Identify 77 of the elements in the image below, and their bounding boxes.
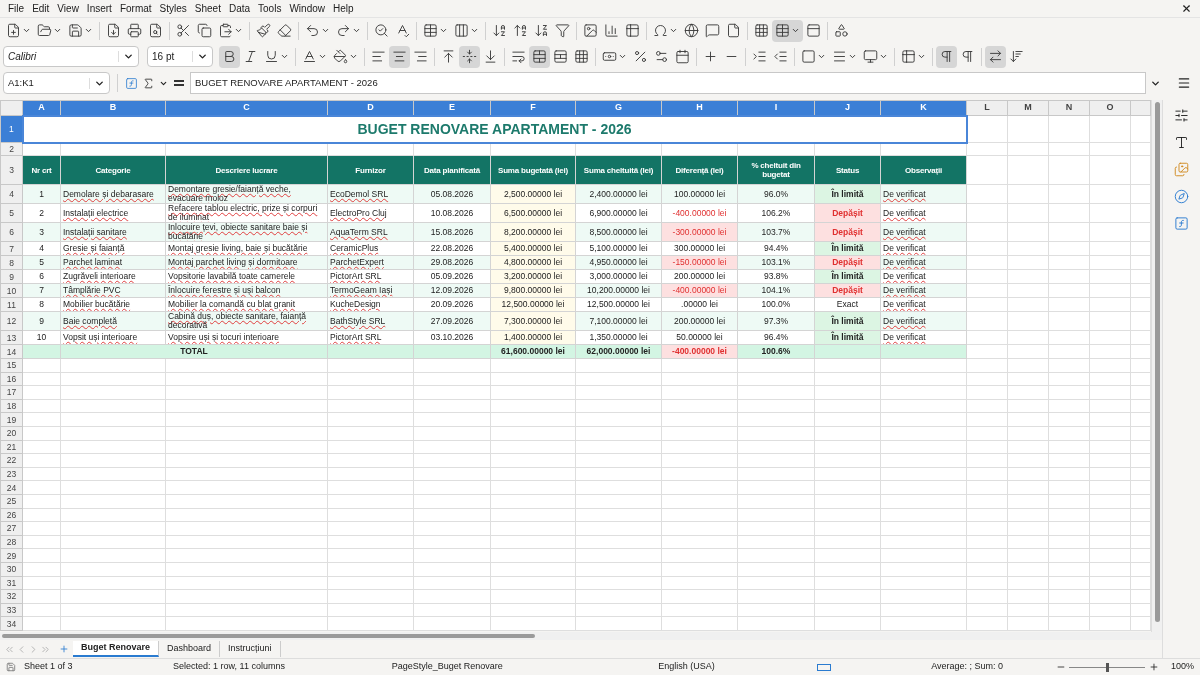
merge-center-icon[interactable]	[529, 45, 550, 68]
selection-info: Selected: 1 row, 11 columns	[173, 660, 286, 674]
sheet-tab[interactable]: Instrucțiuni	[220, 641, 281, 657]
dropdown-icon	[197, 51, 208, 62]
title-cell: BUGET RENOVARE APARTAMENT - 2026	[22, 115, 967, 143]
menu-item[interactable]: Help	[329, 1, 358, 16]
menu-icon[interactable]	[1177, 76, 1191, 90]
column-heading: % cheltuit din bugetat	[737, 155, 815, 185]
sheet-count: Sheet 1 of 3	[23, 660, 74, 674]
navigator-icon[interactable]	[1174, 189, 1189, 204]
formula-icon[interactable]	[174, 80, 184, 86]
menu-item[interactable]: Insert	[82, 1, 116, 16]
column-heading: Furnizor	[327, 155, 414, 185]
sum-icon[interactable]	[142, 76, 155, 90]
column-header[interactable]: A	[22, 100, 61, 116]
menu-item[interactable]: File	[4, 1, 29, 16]
column-header[interactable]: F	[490, 100, 576, 116]
bold-icon[interactable]	[219, 45, 240, 68]
formula-input[interactable]: BUGET RENOVARE APARTAMENT - 2026	[190, 72, 1146, 94]
column-heading: Data planificată	[413, 155, 491, 185]
column-header[interactable]: G	[575, 100, 662, 116]
save-status-icon	[6, 662, 16, 672]
vertical-scrollbar[interactable]	[1151, 100, 1162, 632]
column-header[interactable]: J	[814, 100, 881, 116]
column-header[interactable]: B	[60, 100, 166, 116]
column-heading: Diferență (lei)	[661, 155, 738, 185]
zoom-thumb[interactable]	[1105, 662, 1109, 672]
menu-item[interactable]: Format	[115, 1, 156, 16]
left-to-right-icon[interactable]	[936, 45, 957, 68]
row-header[interactable]: 1	[0, 115, 23, 143]
sum-info: Average: ; Sum: 0	[931, 660, 1005, 674]
functions-icon[interactable]	[1174, 216, 1189, 231]
column-header[interactable]: L	[966, 100, 1008, 116]
text-direction-icon[interactable]	[985, 45, 1006, 68]
column-heading: Descriere lucrare	[165, 155, 328, 185]
menu-item[interactable]: Edit	[28, 1, 54, 16]
freeze-icon[interactable]	[772, 19, 803, 42]
selection-mode-icon[interactable]	[817, 663, 832, 671]
menu-item[interactable]: Window	[285, 1, 329, 16]
language: English (USA)	[658, 660, 716, 674]
zoom-in-icon[interactable]	[1149, 662, 1159, 672]
column-heading: Categorie	[60, 155, 166, 185]
column-header[interactable]: D	[327, 100, 414, 116]
properties-icon[interactable]	[1174, 108, 1189, 123]
page-style: PageStyle_Buget Renovare	[391, 660, 504, 674]
column-heading: Status	[814, 155, 881, 185]
column-header[interactable]: I	[737, 100, 815, 116]
align-middle-icon[interactable]	[459, 45, 480, 68]
column-heading: Suma bugetată (lei)	[490, 155, 576, 185]
column-header[interactable]: C	[165, 100, 328, 116]
styles-icon[interactable]	[1174, 135, 1189, 150]
menu-item[interactable]: View	[53, 1, 83, 16]
menu-item[interactable]: Data	[224, 1, 255, 16]
sheet-tab[interactable]: Buget Renovare	[73, 641, 160, 657]
close-icon[interactable]	[1181, 3, 1192, 14]
name-box[interactable]: A1:K1	[3, 72, 110, 94]
horizontal-scrollbar[interactable]	[0, 632, 1162, 640]
function-wizard-icon[interactable]	[125, 76, 138, 90]
menu-item[interactable]: Sheet	[190, 1, 225, 16]
menu-item[interactable]: Tools	[254, 1, 286, 16]
column-header[interactable]: O	[1089, 100, 1131, 116]
font-name-field[interactable]: Calibri	[3, 46, 139, 67]
column-heading: Suma cheltuită (lei)	[575, 155, 662, 185]
column-header[interactable]: N	[1048, 100, 1090, 116]
zoom-level: 100%	[1170, 660, 1194, 674]
column-header[interactable]: K	[880, 100, 967, 116]
sheet-tab[interactable]: Dashboard	[159, 641, 221, 657]
column-header[interactable]: E	[413, 100, 491, 116]
column-header[interactable]: H	[661, 100, 738, 116]
row-header[interactable]: 3	[0, 155, 23, 185]
column-heading: Observații	[880, 155, 967, 185]
column-header[interactable]: M	[1007, 100, 1049, 116]
zoom-slider[interactable]	[1069, 662, 1146, 672]
dropdown-icon	[123, 51, 134, 62]
align-center-icon[interactable]	[389, 45, 410, 68]
font-size-field[interactable]: 16 pt	[147, 46, 213, 67]
menu-item[interactable]: Styles	[155, 1, 191, 16]
